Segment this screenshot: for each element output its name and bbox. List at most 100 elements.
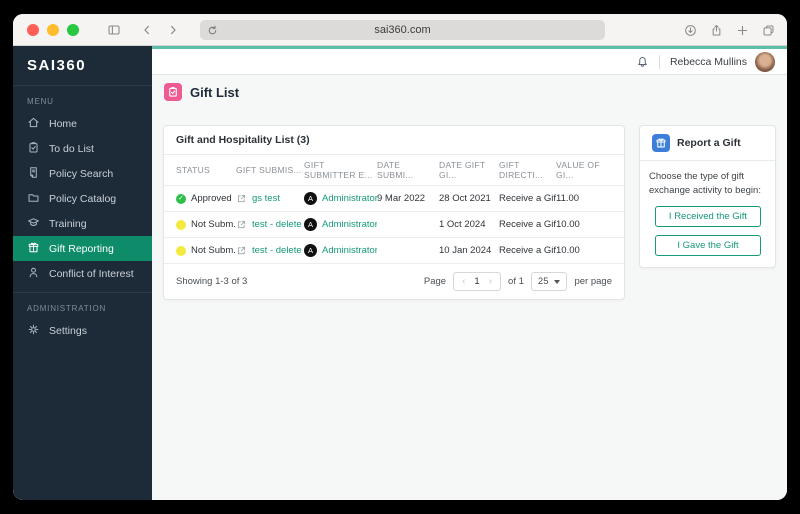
close-window-button[interactable] — [27, 23, 39, 36]
tab-overview-icon[interactable] — [762, 24, 775, 37]
current-page-number[interactable]: 1 — [474, 276, 479, 287]
main-content: Gift List Gift and Hospitality List (3) … — [152, 75, 787, 500]
page-title: Gift List — [190, 84, 240, 100]
report-gift-icon — [652, 134, 670, 152]
sidebar-item-training[interactable]: Training — [13, 211, 152, 236]
submitter-initial-avatar: A — [304, 218, 317, 231]
gift-direction-cell: Receive a Gift — [499, 193, 556, 204]
sidebar-item-settings[interactable]: Settings — [13, 318, 152, 343]
value-of-gift-cell: 11.00 — [556, 193, 580, 204]
graduation-cap-icon — [27, 216, 40, 232]
status-text: Not Subm... — [191, 219, 236, 230]
sai360-logo: SAI360 — [13, 46, 152, 86]
date-gift-given-cell: 28 Oct 2021 — [439, 193, 491, 204]
sidebar-item-gift-reporting[interactable]: Gift Reporting — [13, 236, 152, 261]
sidebar-item-label: Gift Reporting — [49, 242, 114, 255]
submitter-link[interactable]: Administrator — [322, 245, 377, 256]
status-text: Approved — [191, 193, 232, 204]
submitter-link[interactable]: Administrator — [322, 193, 377, 204]
received-gift-button[interactable]: I Received the Gift — [655, 205, 761, 227]
table-row: Not Subm... test - delete A Administrato… — [164, 237, 624, 263]
app-header: Rebecca Mullins — [152, 49, 787, 75]
sidebar-item-label: Settings — [49, 324, 87, 337]
new-tab-icon[interactable] — [736, 24, 749, 37]
sidebar-item-label: Conflict of Interest — [49, 267, 134, 280]
page-stepper: ‹ 1 › — [453, 272, 502, 291]
sidebar-item-todo-list[interactable]: To do List — [13, 136, 152, 161]
sidebar-item-label: Training — [49, 217, 87, 230]
sidebar-toggle-icon[interactable] — [107, 23, 121, 37]
minimize-window-button[interactable] — [47, 23, 59, 36]
share-icon[interactable] — [710, 24, 723, 37]
page-label: Page — [423, 276, 447, 287]
person-icon — [27, 266, 40, 282]
administration-section-label: ADMINISTRATION — [27, 304, 107, 313]
traffic-lights — [27, 23, 79, 36]
clipboard-icon — [27, 141, 40, 157]
gift-list-page-icon — [164, 83, 182, 101]
sidebar-item-policy-search[interactable]: Policy Search — [13, 161, 152, 186]
table-row: ✓ Approved gs test A Administrator 9 Mar… — [164, 185, 624, 211]
status-text: Not Subm... — [191, 245, 236, 256]
value-of-gift-cell: 10.00 — [556, 219, 580, 230]
column-header-value-of-gift[interactable]: VALUE OF GI... — [556, 160, 612, 180]
per-page-select[interactable]: 25 — [530, 272, 568, 291]
gift-list-card-title: Gift and Hospitality List (3) — [176, 134, 310, 146]
report-gift-card: Report a Gift Choose the type of gift ex… — [639, 125, 776, 268]
table-footer: Showing 1-3 of 3 Page ‹ 1 › of 1 25 per … — [164, 263, 624, 299]
submitter-initial-avatar: A — [304, 244, 317, 257]
showing-count: Showing 1-3 of 3 — [176, 276, 248, 287]
chevron-down-icon — [554, 279, 561, 284]
sidebar-item-policy-catalog[interactable]: Policy Catalog — [13, 186, 152, 211]
user-avatar[interactable] — [755, 51, 775, 72]
gift-direction-cell: Receive a Gift — [499, 219, 556, 230]
date-submitted-cell: 9 Mar 2022 — [377, 193, 426, 204]
column-header-gift-direction[interactable]: GIFT DIRECTI... — [499, 160, 556, 180]
sidebar-item-label: To do List — [49, 142, 94, 155]
sidebar-item-home[interactable]: Home — [13, 111, 152, 136]
gift-submission-link[interactable]: gs test — [252, 193, 280, 204]
header-divider — [658, 54, 660, 69]
previous-page-button[interactable]: ‹ — [462, 276, 465, 287]
downloads-icon[interactable] — [684, 24, 697, 37]
forward-button[interactable] — [167, 24, 179, 36]
date-gift-given-cell: 1 Oct 2024 — [439, 219, 486, 230]
gave-gift-button[interactable]: I Gave the Gift — [655, 234, 761, 256]
report-gift-card-title: Report a Gift — [677, 137, 741, 149]
zoom-window-button[interactable] — [67, 23, 79, 36]
sidebar-item-label: Policy Catalog — [49, 192, 117, 205]
external-link-icon — [236, 193, 247, 204]
column-header-status[interactable]: STATUS — [176, 165, 236, 175]
external-link-icon — [236, 219, 247, 230]
column-header-date-gift-given[interactable]: DATE GIFT GI... — [439, 160, 499, 180]
column-header-date-submitted[interactable]: DATE SUBMI... — [377, 160, 439, 180]
browser-window: sai360.com SAI360 MENU Home To do List P… — [13, 14, 787, 500]
column-header-gift-submission[interactable]: GIFT SUBMIS... — [236, 165, 304, 175]
submitter-link[interactable]: Administrator — [322, 219, 377, 230]
gift-submission-link[interactable]: test - delete — [252, 245, 302, 256]
address-bar[interactable]: sai360.com — [200, 20, 605, 40]
status-not-submitted-icon — [176, 245, 186, 256]
sidebar-item-label: Policy Search — [49, 167, 114, 180]
sidebar-item-conflict-of-interest[interactable]: Conflict of Interest — [13, 261, 152, 286]
gear-icon — [27, 323, 40, 339]
user-name[interactable]: Rebecca Mullins — [670, 56, 747, 68]
value-of-gift-cell: 10.00 — [556, 245, 580, 256]
submitter-initial-avatar: A — [304, 192, 317, 205]
gift-submission-link[interactable]: test - delete — [252, 219, 302, 230]
report-gift-description: Choose the type of gift exchange activit… — [649, 171, 761, 196]
next-page-button[interactable]: › — [489, 276, 492, 287]
url-text: sai360.com — [374, 24, 431, 36]
document-icon — [27, 166, 40, 182]
back-button[interactable] — [141, 24, 153, 36]
status-not-submitted-icon — [176, 219, 186, 230]
per-page-label: per page — [574, 276, 612, 287]
sidebar-item-label: Home — [49, 117, 78, 130]
external-link-icon — [236, 245, 247, 256]
notifications-bell-icon[interactable] — [636, 55, 649, 68]
reload-icon[interactable] — [207, 25, 218, 36]
column-header-gift-submitter[interactable]: GIFT SUBMITTER E... — [304, 160, 377, 180]
date-gift-given-cell: 10 Jan 2024 — [439, 245, 492, 256]
per-page-value: 25 — [537, 276, 549, 287]
gift-list-card: Gift and Hospitality List (3) STATUS GIF… — [163, 125, 625, 300]
